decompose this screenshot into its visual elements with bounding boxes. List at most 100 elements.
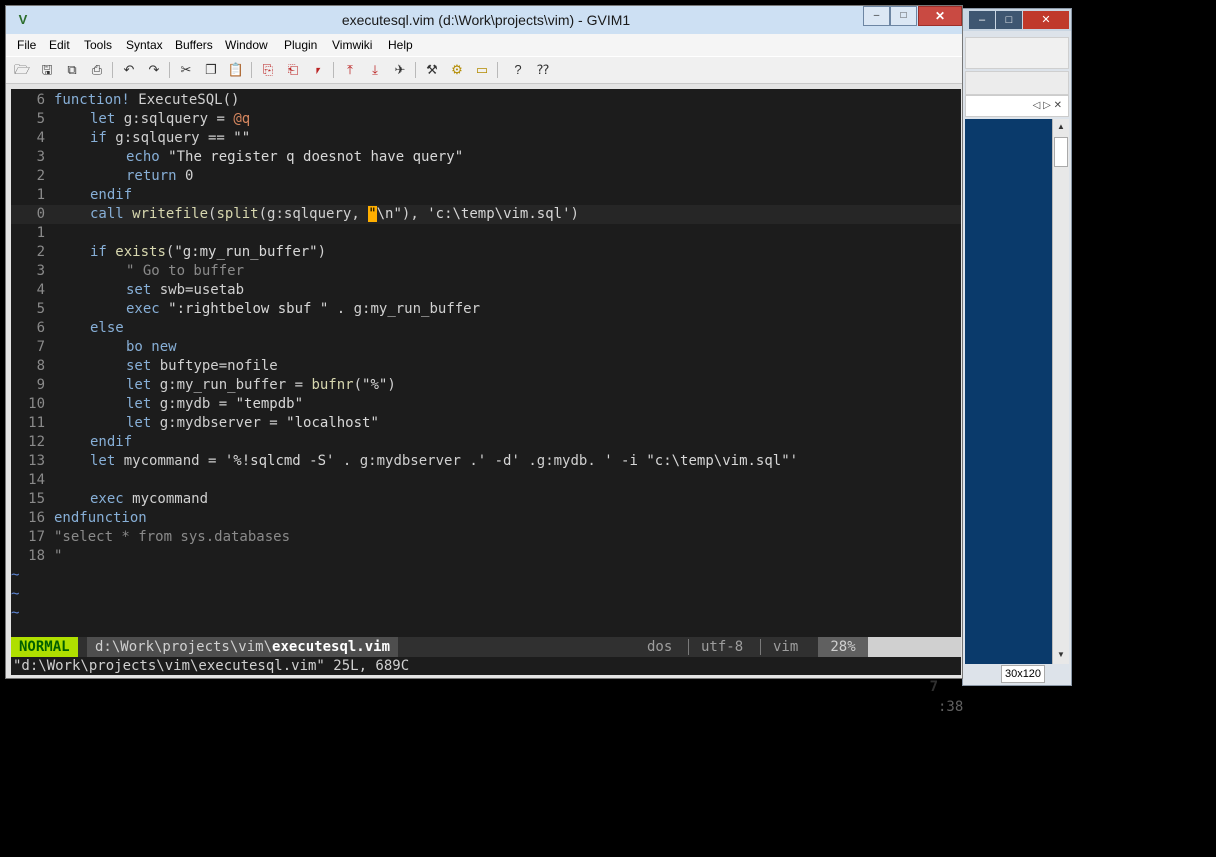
- status-line: NORMAL d:\Work\projects\vim\executesql.v…: [11, 637, 963, 715]
- code-token: mycommand: [123, 491, 209, 507]
- load-session-icon[interactable]: ⤒: [339, 60, 361, 80]
- code-line[interactable]: 5 let g:sqlquery = @q: [11, 110, 961, 129]
- line-number: 9: [36, 377, 45, 393]
- maximize-icon[interactable]: □: [890, 6, 917, 26]
- save-all-icon[interactable]: ⧉: [61, 60, 83, 80]
- cursor-line[interactable]: 0 call writefile(split(g:sqlquery, "\n"),…: [11, 205, 961, 224]
- status-filename: executesql.vim: [272, 639, 391, 655]
- redo-icon[interactable]: ↷: [143, 60, 165, 80]
- line-code: let g:sqlquery = @q: [90, 110, 250, 129]
- find-prev-icon[interactable]: ⎖: [307, 60, 329, 80]
- menu-help[interactable]: Help: [388, 34, 413, 56]
- make-icon[interactable]: ⚒: [421, 60, 443, 80]
- menu-plugin[interactable]: Plugin: [284, 34, 317, 56]
- minimize-icon[interactable]: –: [863, 6, 890, 26]
- paste-icon[interactable]: 📋: [225, 60, 247, 80]
- tilde: ~: [11, 605, 20, 621]
- open-icon[interactable]: 🗁: [11, 60, 33, 80]
- menu-edit[interactable]: Edit: [49, 34, 70, 56]
- code-token: ":rightbelow sbuf ": [168, 301, 329, 317]
- vim-logo-icon[interactable]: V: [14, 11, 32, 29]
- code-line[interactable]: 12 endif: [11, 433, 961, 452]
- code-line[interactable]: 13 let mycommand = '%!sqlcmd -S' . g:mydb…: [11, 452, 961, 471]
- line-number: 13: [28, 453, 45, 469]
- bg-ribbon: [965, 71, 1069, 95]
- shell-icon[interactable]: ⚙: [446, 60, 468, 80]
- line-code: exec mycommand: [90, 490, 208, 509]
- save-session-icon[interactable]: ⤓: [364, 60, 386, 80]
- code-token: exec: [126, 301, 160, 317]
- line-code: "select * from sys.databases: [54, 528, 290, 547]
- menu-window[interactable]: Window: [225, 34, 268, 56]
- menu-syntax[interactable]: Syntax: [126, 34, 163, 56]
- bg-maximize-icon[interactable]: □: [996, 11, 1022, 29]
- find-next-icon[interactable]: ⎗: [282, 60, 304, 80]
- code-token: "%": [362, 377, 388, 393]
- code-line[interactable]: 15 exec mycommand: [11, 490, 961, 509]
- line-number: 8: [36, 358, 45, 374]
- cut-icon[interactable]: ✂: [175, 60, 197, 80]
- run-script-icon[interactable]: ✈: [389, 60, 411, 80]
- code-token: 0: [176, 168, 194, 184]
- code-line[interactable]: 9 let g:my_run_buffer = bufnr("%"): [11, 376, 961, 395]
- code-line[interactable]: 10 let g:mydb = "tempdb": [11, 395, 961, 414]
- tags-icon[interactable]: ▭: [471, 60, 493, 80]
- scroll-up-icon[interactable]: ▲: [1053, 119, 1069, 135]
- code-line[interactable]: 7 bo new: [11, 338, 961, 357]
- scroll-thumb[interactable]: [1054, 137, 1068, 167]
- command-line[interactable]: "d:\Work\projects\vim\executesql.vim" 25…: [11, 657, 961, 675]
- bg-close-icon[interactable]: ✕: [1023, 11, 1069, 29]
- titlebar[interactable]: V executesql.vim (d:\Work\projects\vim) …: [6, 6, 962, 34]
- menu-tools[interactable]: Tools: [84, 34, 112, 56]
- code-token: let: [126, 396, 152, 412]
- line-code: let g:mydbserver = "localhost": [126, 414, 379, 433]
- undo-icon[interactable]: ↶: [118, 60, 140, 80]
- line-number: 3: [36, 263, 45, 279]
- code-token: let: [90, 453, 116, 469]
- menu-file[interactable]: File: [17, 34, 36, 56]
- code-line[interactable]: 1 endif: [11, 186, 961, 205]
- code-token: ' -i "c:\temp\vim.sql"': [604, 453, 799, 469]
- code-line[interactable]: 8 set buftype=nofile: [11, 357, 961, 376]
- code-line[interactable]: 5 exec ":rightbelow sbuf " . g:my_run_buf…: [11, 300, 961, 319]
- code-line[interactable]: 14: [11, 471, 961, 490]
- code-token: call: [90, 206, 124, 222]
- tilde: ~: [11, 586, 20, 602]
- code-token: exists: [115, 244, 166, 260]
- menu-buffers[interactable]: Buffers: [175, 34, 213, 56]
- save-icon[interactable]: 🖫: [36, 60, 58, 80]
- code-line[interactable]: 3 echo "The register q doesnot have query…: [11, 148, 961, 167]
- code-line[interactable]: 17 "select * from sys.databases: [11, 528, 961, 547]
- find-help-icon[interactable]: ⁇: [532, 60, 554, 80]
- code-line[interactable]: 4 set swb=usetab: [11, 281, 961, 300]
- bg-tab-controls[interactable]: ◁ ▷ ✕: [965, 95, 1069, 117]
- copy-icon[interactable]: ❐: [200, 60, 222, 80]
- bg-minimize-icon[interactable]: –: [969, 11, 995, 29]
- code-line[interactable]: 1: [11, 224, 961, 243]
- print-icon[interactable]: ⎙: [86, 60, 108, 80]
- code-line[interactable]: 2 return 0: [11, 167, 961, 186]
- menu-vimwiki[interactable]: Vimwiki: [332, 34, 372, 56]
- editor-area[interactable]: 6 function! ExecuteSQL() 5 let g:sqlquery =…: [11, 89, 961, 637]
- mode-indicator: NORMAL: [11, 637, 78, 657]
- code-line[interactable]: 3 " Go to buffer: [11, 262, 961, 281]
- code-line[interactable]: 18 ": [11, 547, 961, 566]
- code-line[interactable]: 6 function! ExecuteSQL(): [11, 91, 961, 110]
- line-number: 1: [36, 187, 45, 203]
- close-icon[interactable]: ✕: [918, 6, 962, 26]
- code-line[interactable]: 2 if exists("g:my_run_buffer"): [11, 243, 961, 262]
- code-line[interactable]: 4 if g:sqlquery == "": [11, 129, 961, 148]
- code-line[interactable]: 6 else: [11, 319, 961, 338]
- empty-line-marker: ~: [11, 566, 961, 585]
- help-icon[interactable]: ?: [507, 60, 529, 80]
- code-token: ExecuteSQL(): [129, 92, 240, 108]
- scroll-down-icon[interactable]: ▼: [1053, 647, 1069, 663]
- code-line[interactable]: 11 let g:mydbserver = "localhost": [11, 414, 961, 433]
- replace-icon[interactable]: ⎘: [257, 60, 279, 80]
- bg-scrollbar[interactable]: ▲ ▼: [1052, 119, 1069, 664]
- code-token: set: [126, 358, 152, 374]
- code-line[interactable]: 16 endfunction: [11, 509, 961, 528]
- toolbar-separator: [112, 62, 113, 78]
- menu-bar: File Edit Tools Syntax Buffers Window Pl…: [6, 34, 962, 56]
